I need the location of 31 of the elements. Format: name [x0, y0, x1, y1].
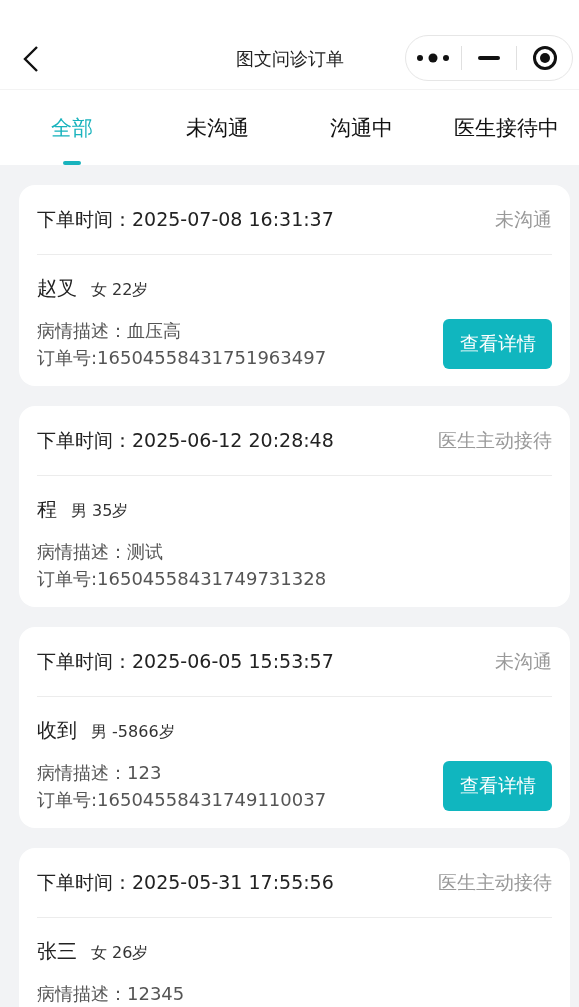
gender-age: 女 26岁 [91, 943, 149, 964]
description-text: 病情描述：12345 [37, 982, 185, 1006]
order-status: 未沟通 [495, 648, 552, 674]
description-text: 病情描述：血压高 [37, 319, 182, 343]
order-time: 下单时间：2025-05-31 17:55:56 [37, 869, 334, 895]
description-text: 病情描述：测试 [37, 540, 164, 564]
patient-name: 赵叉 [37, 275, 77, 302]
tab[interactable]: 未沟通 [144, 90, 290, 165]
order-time: 下单时间：2025-06-05 15:53:57 [37, 648, 334, 674]
minimize-icon[interactable] [478, 56, 500, 60]
order-status: 医生主动接待 [438, 427, 552, 453]
back-icon[interactable] [22, 45, 40, 73]
more-icon[interactable] [416, 53, 451, 63]
close-icon[interactable] [531, 45, 558, 71]
order-number: 订单号:16504558431749731328 [37, 567, 327, 591]
patient-name: 张三 [37, 938, 77, 965]
order-number: 订单号:16504558431749110037 [37, 788, 327, 812]
order-time: 下单时间：2025-06-12 20:28:48 [37, 427, 334, 453]
order-status: 未沟通 [495, 206, 552, 232]
patient-name: 收到 [37, 717, 77, 744]
order-time: 下单时间：2025-07-08 16:31:37 [37, 206, 334, 232]
description-text: 病情描述：123 [37, 761, 163, 785]
order-status: 医生主动接待 [438, 869, 552, 895]
tab[interactable]: 沟通中 [289, 90, 435, 165]
gender-age: 男 -5866岁 [91, 722, 175, 743]
page-title: 图文问诊订单 [235, 48, 344, 69]
order-number: 订单号:16504558431751963497 [37, 346, 327, 370]
tab[interactable]: 医生接待中 [434, 90, 579, 165]
gender-age: 男 35岁 [71, 501, 129, 522]
gender-age: 女 22岁 [91, 280, 149, 301]
patient-name: 程 [37, 496, 57, 523]
